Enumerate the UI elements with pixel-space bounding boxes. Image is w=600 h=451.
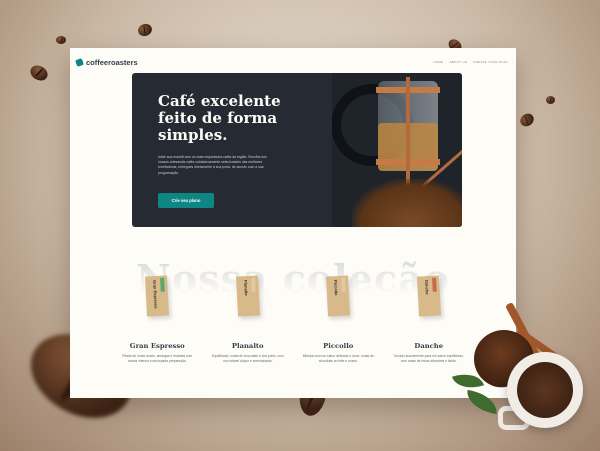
coffee-beans-pile bbox=[352, 179, 462, 227]
product-name: Danche bbox=[414, 342, 444, 350]
product-card[interactable]: Gran Espresso Gran Espresso Pitada de no… bbox=[121, 275, 193, 364]
product-description: Mistura com um sabor delicado e doce, no… bbox=[302, 354, 374, 363]
logo[interactable]: coffeeroasters bbox=[75, 57, 138, 67]
bag-label: Piccollo bbox=[333, 279, 340, 296]
coffee-cup-decor bbox=[507, 352, 583, 428]
coffee-bean-decor bbox=[136, 21, 154, 39]
nav-link-plan[interactable]: CREATE YOUR PLAN bbox=[473, 60, 508, 64]
hero-description: Inicie sua manhã com os mais requintados… bbox=[158, 155, 267, 175]
coffee-bean-decor bbox=[56, 36, 66, 44]
coffee-bag-image: Planalto bbox=[235, 275, 260, 317]
bag-label: Planalto bbox=[242, 279, 249, 296]
bag-label: Gran Espresso bbox=[152, 279, 159, 309]
nav-link-home[interactable]: HOME bbox=[433, 60, 443, 64]
nav-links: HOME ABOUT US CREATE YOUR PLAN bbox=[433, 60, 508, 64]
product-card[interactable]: Danche Danche Torrado suavemente para um… bbox=[393, 275, 465, 364]
product-card[interactable]: Planalto Planalto Equilibrado, notas de … bbox=[212, 275, 284, 364]
product-name: Planalto bbox=[231, 342, 264, 350]
product-description: Torrado suavemente para um sabor equilib… bbox=[393, 354, 464, 363]
bag-label: Danche bbox=[423, 279, 430, 295]
create-plan-button[interactable]: Crie seu plano bbox=[158, 193, 214, 208]
logo-icon bbox=[75, 57, 84, 67]
bag-accent bbox=[250, 277, 256, 292]
product-description: Pitada de notas doces, amargas e frutada… bbox=[122, 354, 193, 363]
product-card[interactable]: Piccollo Piccollo Mistura com um sabor d… bbox=[302, 275, 374, 364]
product-name: Piccollo bbox=[323, 342, 354, 350]
coffee-bag-image: Gran Espresso bbox=[145, 275, 170, 317]
top-nav: coffeeroasters HOME ABOUT US CREATE YOUR… bbox=[75, 56, 508, 68]
coffee-bean-decor bbox=[546, 96, 555, 104]
product-description: Equilibrado, notas de chocolate e chá pr… bbox=[212, 354, 284, 363]
logo-text: coffeeroasters bbox=[86, 57, 138, 67]
bag-accent bbox=[341, 277, 347, 292]
bag-accent bbox=[431, 277, 437, 292]
coffee-bean-decor bbox=[27, 62, 51, 84]
coffee-bag-image: Danche bbox=[416, 275, 441, 317]
nav-link-about[interactable]: ABOUT US bbox=[449, 60, 467, 64]
coffee-bag-image: Piccollo bbox=[326, 275, 351, 317]
website-mockup: coffeeroasters HOME ABOUT US CREATE YOUR… bbox=[70, 48, 516, 398]
coffee-bean-decor bbox=[517, 111, 537, 129]
product-list: Gran Espresso Gran Espresso Pitada de no… bbox=[70, 275, 516, 364]
bag-accent bbox=[160, 277, 166, 292]
hero-title: Café excelente feito de forma simples. bbox=[158, 92, 281, 144]
product-name: Gran Espresso bbox=[129, 342, 185, 350]
hero-section: Café excelente feito de forma simples. I… bbox=[132, 73, 462, 227]
